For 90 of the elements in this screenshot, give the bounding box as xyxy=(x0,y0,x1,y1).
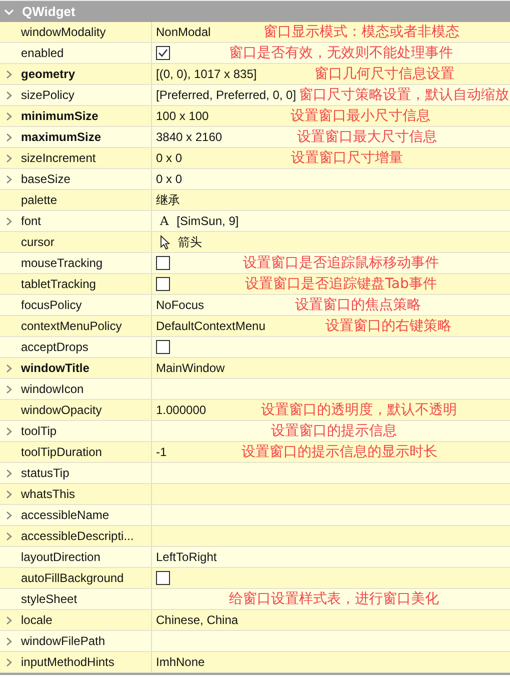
checkbox[interactable] xyxy=(156,46,170,60)
expand-icon[interactable] xyxy=(6,616,12,624)
property-value[interactable]: 继承 xyxy=(156,192,180,208)
annotation-text: 设置窗口的提示信息的显示时长 xyxy=(240,443,438,461)
property-name: statusTip xyxy=(17,463,152,483)
property-value[interactable]: 0 x 0 xyxy=(156,172,182,186)
property-name: font xyxy=(17,211,152,231)
expand-icon[interactable] xyxy=(6,90,12,100)
expand-icon[interactable] xyxy=(6,70,12,78)
property-value[interactable]: NonModal xyxy=(156,25,211,39)
annotation-text: 设置窗口是否追踪键盘Tab事件 xyxy=(244,275,438,293)
property-value[interactable]: [SimSun, 9] xyxy=(176,214,239,228)
expand-icon[interactable] xyxy=(6,174,12,184)
annotation-text: 窗口显示模式：模态或者非模态 xyxy=(262,23,460,41)
property-name: enabled xyxy=(17,43,152,63)
property-value[interactable]: [(0, 0), 1017 x 835] xyxy=(156,67,257,81)
annotation-text: 设置窗口的焦点策略 xyxy=(294,296,422,314)
annotation-text: 窗口尺寸策略设置，默认自动缩放 xyxy=(298,86,510,104)
property-name: windowFilePath xyxy=(17,631,152,651)
annotation-text: 设置窗口最大尺寸信息 xyxy=(296,128,438,146)
property-name: sizeIncrement xyxy=(17,148,152,168)
property-name: palette xyxy=(17,190,152,210)
font-glyph: A xyxy=(160,214,169,228)
property-name: tabletTracking xyxy=(17,274,152,294)
expand-icon[interactable] xyxy=(6,532,12,540)
property-name: windowOpacity xyxy=(17,400,152,420)
property-value[interactable]: Chinese, China xyxy=(156,613,238,627)
expand-icon[interactable] xyxy=(6,112,12,120)
property-name: whatsThis xyxy=(17,484,152,504)
property-name: geometry xyxy=(17,64,152,84)
property-name: contextMenuPolicy xyxy=(17,316,152,336)
property-name: autoFillBackground xyxy=(17,568,152,588)
property-name: minimumSize xyxy=(17,106,152,126)
checkbox[interactable] xyxy=(156,571,170,585)
property-name: focusPolicy xyxy=(17,295,152,315)
property-name: toolTip xyxy=(17,421,152,441)
property-value[interactable]: 100 x 100 xyxy=(156,109,209,123)
property-name: baseSize xyxy=(17,169,152,189)
property-name: sizePolicy xyxy=(17,85,152,105)
checkbox[interactable] xyxy=(156,256,170,270)
property-name: maximumSize xyxy=(17,127,152,147)
property-name: windowTitle xyxy=(17,358,152,378)
annotation-text: 设置窗口的透明度，默认不透明 xyxy=(260,401,458,419)
arrow-cursor-icon xyxy=(160,234,170,250)
expand-icon[interactable] xyxy=(6,490,12,498)
property-name: windowModality xyxy=(17,22,152,42)
annotation-text: 设置窗口尺寸增量 xyxy=(290,149,404,167)
annotation-text: 设置窗口最小尺寸信息 xyxy=(289,107,432,125)
annotation-text: 给窗口设置样式表，进行窗口美化 xyxy=(228,590,440,608)
expand-icon[interactable] xyxy=(6,132,12,142)
property-name: styleSheet xyxy=(17,589,152,609)
property-name: mouseTracking xyxy=(17,253,152,273)
expand-icon[interactable] xyxy=(6,636,12,646)
property-value[interactable]: MainWindow xyxy=(156,361,225,375)
property-name: toolTipDuration xyxy=(17,442,152,462)
property-value[interactable]: DefaultContextMenu xyxy=(156,319,266,333)
property-value[interactable]: 箭头 xyxy=(178,234,202,250)
expand-icon[interactable] xyxy=(6,154,12,162)
expand-icon[interactable] xyxy=(6,364,12,372)
property-value[interactable]: ImhNone xyxy=(156,655,205,669)
annotation-text: 设置窗口的右键策略 xyxy=(324,317,453,335)
expand-icon[interactable] xyxy=(6,216,12,226)
expand-icon[interactable] xyxy=(6,468,12,478)
expand-icon[interactable] xyxy=(6,384,12,394)
property-value[interactable]: -1 xyxy=(156,445,167,459)
chevron-icon xyxy=(4,6,14,16)
property-value[interactable]: 3840 x 2160 xyxy=(156,130,222,144)
property-value[interactable]: [Preferred, Preferred, 0, 0] xyxy=(156,88,296,102)
property-value[interactable]: 0 x 0 xyxy=(156,151,182,165)
annotation-text: 窗口几何尺寸信息设置 xyxy=(313,65,456,83)
expand-icon[interactable] xyxy=(6,426,12,436)
expand-icon[interactable] xyxy=(6,510,12,520)
property-name: accessibleName xyxy=(17,505,152,525)
property-name: acceptDrops xyxy=(17,337,152,357)
property-name: accessibleDescripti... xyxy=(17,526,152,546)
property-value[interactable]: 1.000000 xyxy=(156,403,206,417)
annotation-text: 设置窗口是否追踪鼠标移动事件 xyxy=(242,254,440,272)
property-name: layoutDirection xyxy=(17,547,152,567)
checkbox[interactable] xyxy=(156,277,170,291)
property-name: cursor xyxy=(17,232,152,252)
annotation-text: 设置窗口的提示信息 xyxy=(270,422,398,440)
property-name: locale xyxy=(17,610,152,630)
property-value[interactable]: LeftToRight xyxy=(156,550,217,564)
property-name: windowIcon xyxy=(17,379,152,399)
checkbox[interactable] xyxy=(156,340,170,354)
property-name: inputMethodHints xyxy=(17,652,152,672)
property-value[interactable]: NoFocus xyxy=(156,298,204,312)
annotation-text: 窗口是否有效，无效则不能处理事件 xyxy=(228,44,454,62)
section-title: QWidget xyxy=(22,4,76,19)
expand-icon[interactable] xyxy=(6,658,12,666)
